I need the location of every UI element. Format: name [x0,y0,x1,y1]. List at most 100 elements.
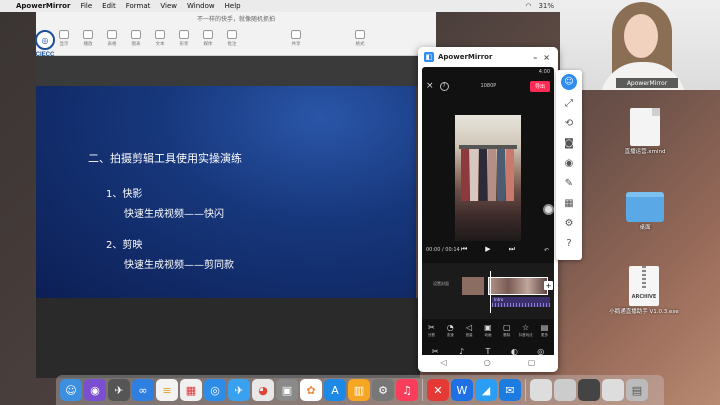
battery-level[interactable]: 31% [538,2,554,10]
tool-format[interactable]: 格式 [352,30,368,47]
shape-icon [179,30,189,39]
tool-delete[interactable]: ▢ 删除 [500,323,514,338]
minimized-window-icon[interactable] [602,379,624,401]
photos-icon[interactable]: ✿ [300,379,322,401]
gift-icon[interactable]: ▦ [562,196,576,210]
skip-forward-icon[interactable]: ⏭ [509,245,515,254]
resolution-selector[interactable]: 1080P [481,83,497,89]
mirror-titlebar[interactable]: ◧ ApowerMirror – × [418,47,558,67]
minimized-window-icon[interactable] [578,379,600,401]
home-icon[interactable]: ○ [484,358,491,367]
wifi-icon[interactable]: ◠ [525,2,531,10]
user-icon[interactable]: ☺ [561,74,577,90]
chrome-icon[interactable]: ◕ [252,379,274,401]
tool-effect[interactable]: ☆ 抖音玩法 [519,323,533,338]
desktop-icon-archive[interactable]: ARCHIVE 小鹅通直播助手 V1.0.3.exe [606,266,682,316]
floating-handle[interactable] [543,204,554,215]
cover-thumbnail[interactable] [462,277,484,295]
add-clip-button[interactable]: + [544,281,553,290]
menu-window[interactable]: Window [187,2,215,10]
xiaoe-live-icon[interactable]: ✉ [499,379,521,401]
xmind-icon[interactable]: ✕ [427,379,449,401]
menu-help[interactable]: Help [225,2,241,10]
editor-top-bar: × ? 1080P 导出 [422,79,554,93]
music-icon[interactable]: ♫ [396,379,418,401]
export-button[interactable]: 导出 [529,80,550,92]
siri-icon[interactable]: ◉ [84,379,106,401]
tool-split[interactable]: ✂ 分割 [424,323,438,338]
finder-icon[interactable]: ☺ [60,379,82,401]
close-icon[interactable]: × [543,53,550,62]
tool-comment[interactable]: 批注 [224,30,240,47]
help-icon[interactable]: ? [562,236,576,250]
playhead[interactable] [490,271,491,313]
tool-shape[interactable]: 形状 [176,30,192,47]
desktop-icon-xmind[interactable]: 直播运营.xmind [610,108,680,156]
tool-chart[interactable]: 图表 [128,30,144,47]
tool-volume[interactable]: ◁ 音量 [462,323,476,338]
status-area: ◠ 31% [525,2,560,10]
help-button[interactable]: ? [439,81,449,91]
rotate-icon[interactable]: ⟲ [562,116,576,130]
apowermirror-window[interactable]: ◧ ApowerMirror – × 4:00 × ? 1080P 导出 00:… [418,47,558,372]
skip-back-icon[interactable]: ⏮ [461,245,467,254]
recent-apps-icon[interactable]: ▢ [528,358,536,367]
photo-gallery-icon[interactable]: ▣ [276,379,298,401]
tool-share[interactable]: 共享 [288,30,304,47]
dock: ☺ ◉ ✈ ∞ ≡ ▦ ◎ ✈ ◕ ▣ ✿ A ▥ ⚙ ♫ ✕ W ◢ ✉ ▤ [56,375,664,405]
undo-icon[interactable]: ↶ [544,247,549,254]
phone-screen[interactable]: 4:00 × ? 1080P 导出 00:00 / 00:14 ⏮ ▶ ⏭ ↶ … [422,67,554,369]
minimized-window-icon[interactable] [530,379,552,401]
apowermirror-dock-icon[interactable]: ◢ [475,379,497,401]
cover-setting[interactable]: 设置封面 [426,281,456,287]
safari-icon[interactable]: ◎ [204,379,226,401]
edit-tools-row: ✂ 分割 ◔ 变速 ◁ 音量 ▣ 动画 ▢ 删除 ☆ 抖音玩法 ▤ 更多 [422,323,554,338]
speed-icon: ◔ [446,323,454,332]
menu-format[interactable]: Format [126,2,151,10]
tool-animation[interactable]: ▣ 动画 [481,323,495,338]
app-store-icon[interactable]: A [324,379,346,401]
close-editor-icon[interactable]: × [426,81,434,91]
back-icon[interactable]: ◁ [441,358,447,367]
draw-icon[interactable]: ✎ [562,176,576,190]
folder-icon [626,192,664,222]
tool-media[interactable]: 媒体 [200,30,216,47]
record-icon[interactable]: ◉ [562,156,576,170]
menu-app-name[interactable]: ApowerMirror [16,2,70,10]
play-icon[interactable]: ▶ [485,245,490,254]
minimized-window-icon[interactable] [554,379,576,401]
animation-icon: ▣ [484,323,492,332]
keynote-icon[interactable]: ▥ [348,379,370,401]
tool-speed[interactable]: ◔ 变速 [443,323,457,338]
presentation-canvas [36,56,420,86]
menu-edit[interactable]: Edit [102,2,116,10]
wps-icon[interactable]: W [451,379,473,401]
screenshot-icon[interactable]: ◙ [562,136,576,150]
calendar-icon[interactable]: ▦ [180,379,202,401]
trash-icon[interactable]: ▤ [626,379,648,401]
settings-icon[interactable]: ⚙ [562,216,576,230]
menu-view[interactable]: View [160,2,177,10]
slide[interactable]: 二、拍摄剪辑工具使用实操演练 1、快影 快速生成视频——快闪 2、剪映 快速生成… [36,86,416,298]
ciecc-logo: ◎ CIECC [26,30,64,64]
notes-icon[interactable]: ≡ [156,379,178,401]
fullscreen-icon[interactable]: ⤢ [562,96,576,110]
tool-play[interactable]: 播放 [80,30,96,47]
menu-file[interactable]: File [80,2,92,10]
minimize-icon[interactable]: – [533,53,537,62]
tool-more[interactable]: ▤ 更多 [537,323,551,338]
launchpad-icon[interactable]: ✈ [108,379,130,401]
media-icon [203,30,213,39]
video-clip[interactable] [488,277,548,295]
share-icon [291,30,301,39]
tool-table[interactable]: 表格 [104,30,120,47]
video-preview[interactable] [455,115,521,241]
desktop-icon-folder[interactable]: 桌面 [610,192,680,232]
tool-text[interactable]: 文本 [152,30,168,47]
baidu-netdisk-icon[interactable]: ∞ [132,379,154,401]
system-preferences-icon[interactable]: ⚙ [372,379,394,401]
timeline[interactable]: 设置封面 + Intro [422,263,554,319]
feishu-icon[interactable]: ✈ [228,379,250,401]
effect-icon: ☆ [522,323,530,332]
audio-waveform [492,303,550,307]
